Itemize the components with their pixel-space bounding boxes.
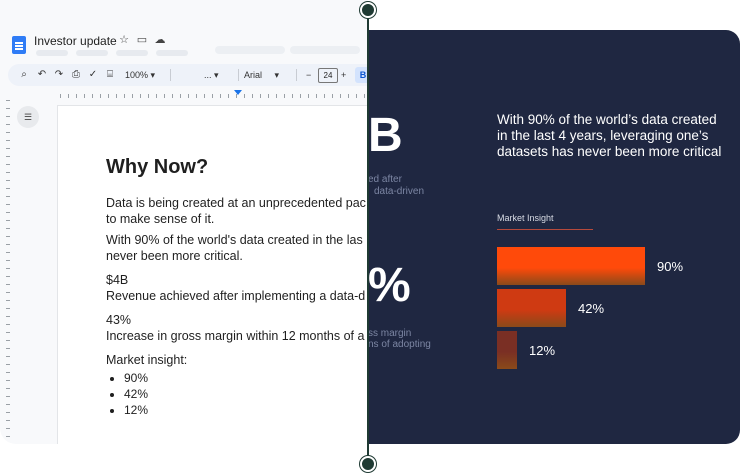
docs-logo-icon[interactable]: [12, 36, 26, 54]
chart-bar: [497, 247, 645, 285]
print-icon[interactable]: ⎙: [70, 68, 82, 82]
menu-placeholder: [290, 46, 360, 54]
docs-editor: Investor update ☆ ▭ ☁ ⌕ ↶ ↷ ⎙ ✓ ⌸ 100% ▾…: [0, 0, 368, 444]
bar-value-label: 42%: [578, 301, 605, 316]
zoom-value: 100%: [125, 70, 149, 80]
horizontal-ruler[interactable]: [60, 89, 368, 99]
paragraph: Market insight:: [106, 353, 188, 367]
star-icon[interactable]: ☆: [118, 34, 130, 46]
presentation-slide: B ed after data-driven % ss margin ns of…: [368, 30, 740, 444]
indent-marker-icon[interactable]: [234, 90, 242, 95]
paragraph: to make sense of it.: [106, 212, 215, 226]
menu-placeholder[interactable]: [76, 50, 108, 56]
chart-bar: [497, 289, 566, 327]
increase-font-size-button[interactable]: +: [341, 68, 346, 82]
slider-knob-icon[interactable]: [360, 2, 376, 18]
menu-placeholder[interactable]: [156, 50, 188, 56]
toolbar-separator: [170, 69, 171, 81]
document-page[interactable]: Why Now? Data is being created at an unp…: [58, 106, 368, 444]
slide-headline: With 90% of the world’s data created in …: [497, 112, 722, 159]
bullet-list: 90% 42% 12%: [106, 370, 368, 418]
list-item: 90%: [124, 370, 368, 386]
document-outline-icon[interactable]: ☰: [17, 106, 39, 128]
zoom-select[interactable]: 100% ▾: [125, 68, 155, 82]
slider-knob-icon[interactable]: [360, 456, 376, 472]
bar-value-label: 12%: [529, 343, 556, 358]
font-size-input[interactable]: 24: [318, 68, 338, 83]
bar-value-label: 90%: [657, 259, 684, 274]
formatting-toolbar: ⌕ ↶ ↷ ⎙ ✓ ⌸ 100% ▾ ... ▾ Arial ▾ − 24 + …: [8, 64, 368, 86]
compare-slider-handle[interactable]: [367, 10, 369, 464]
paragraph: Increase in gross margin within 12 month…: [106, 329, 365, 343]
paragraph: With 90% of the world's data created in …: [106, 233, 363, 247]
style-select[interactable]: ... ▾: [204, 68, 219, 82]
stat-caption-partial: data-driven: [374, 186, 425, 197]
stat-caption-partial: ns of adopting: [368, 339, 431, 350]
search-menus-icon[interactable]: ⌕: [18, 68, 30, 82]
paragraph: 43%: [106, 313, 132, 327]
chart-title: Market Insight: [497, 213, 554, 223]
paint-format-icon[interactable]: ⌸: [104, 68, 116, 82]
document-heading: Why Now?: [106, 156, 209, 178]
style-value: ...: [204, 70, 212, 80]
menu-placeholder[interactable]: [116, 50, 148, 56]
chart-bar: [497, 331, 517, 369]
redo-icon[interactable]: ↷: [53, 68, 65, 82]
chart-title-underline: [497, 229, 593, 230]
menu-bar: [36, 50, 188, 56]
paragraph: never been more critical.: [106, 249, 243, 263]
spellcheck-icon[interactable]: ✓: [87, 68, 99, 82]
decrease-font-size-button[interactable]: −: [306, 68, 311, 82]
paragraph: $4B: [106, 273, 129, 287]
font-value: Arial: [244, 70, 263, 80]
stat-value-partial: B: [368, 109, 403, 162]
document-body: Why Now? Data is being created at an unp…: [106, 156, 368, 418]
font-select[interactable]: Arial ▾: [244, 68, 279, 82]
stat-value-partial: %: [368, 259, 411, 312]
cloud-status-icon[interactable]: ☁: [154, 34, 166, 46]
undo-icon[interactable]: ↶: [36, 68, 48, 82]
vertical-ruler[interactable]: [0, 100, 12, 444]
paragraph: Revenue achieved after implementing a da…: [106, 289, 366, 303]
title-icons: ☆ ▭ ☁: [118, 34, 166, 46]
toolbar-separator: [296, 69, 297, 81]
menu-placeholder[interactable]: [36, 50, 68, 56]
paragraph: Data is being created at an unprecedente…: [106, 196, 366, 210]
menu-placeholder: [215, 46, 285, 54]
move-folder-icon[interactable]: ▭: [136, 34, 148, 46]
list-item: 12%: [124, 402, 368, 418]
document-title[interactable]: Investor update: [34, 34, 117, 48]
list-item: 42%: [124, 386, 368, 402]
stat-caption-partial: ed after: [368, 174, 402, 185]
toolbar-separator: [238, 69, 239, 81]
